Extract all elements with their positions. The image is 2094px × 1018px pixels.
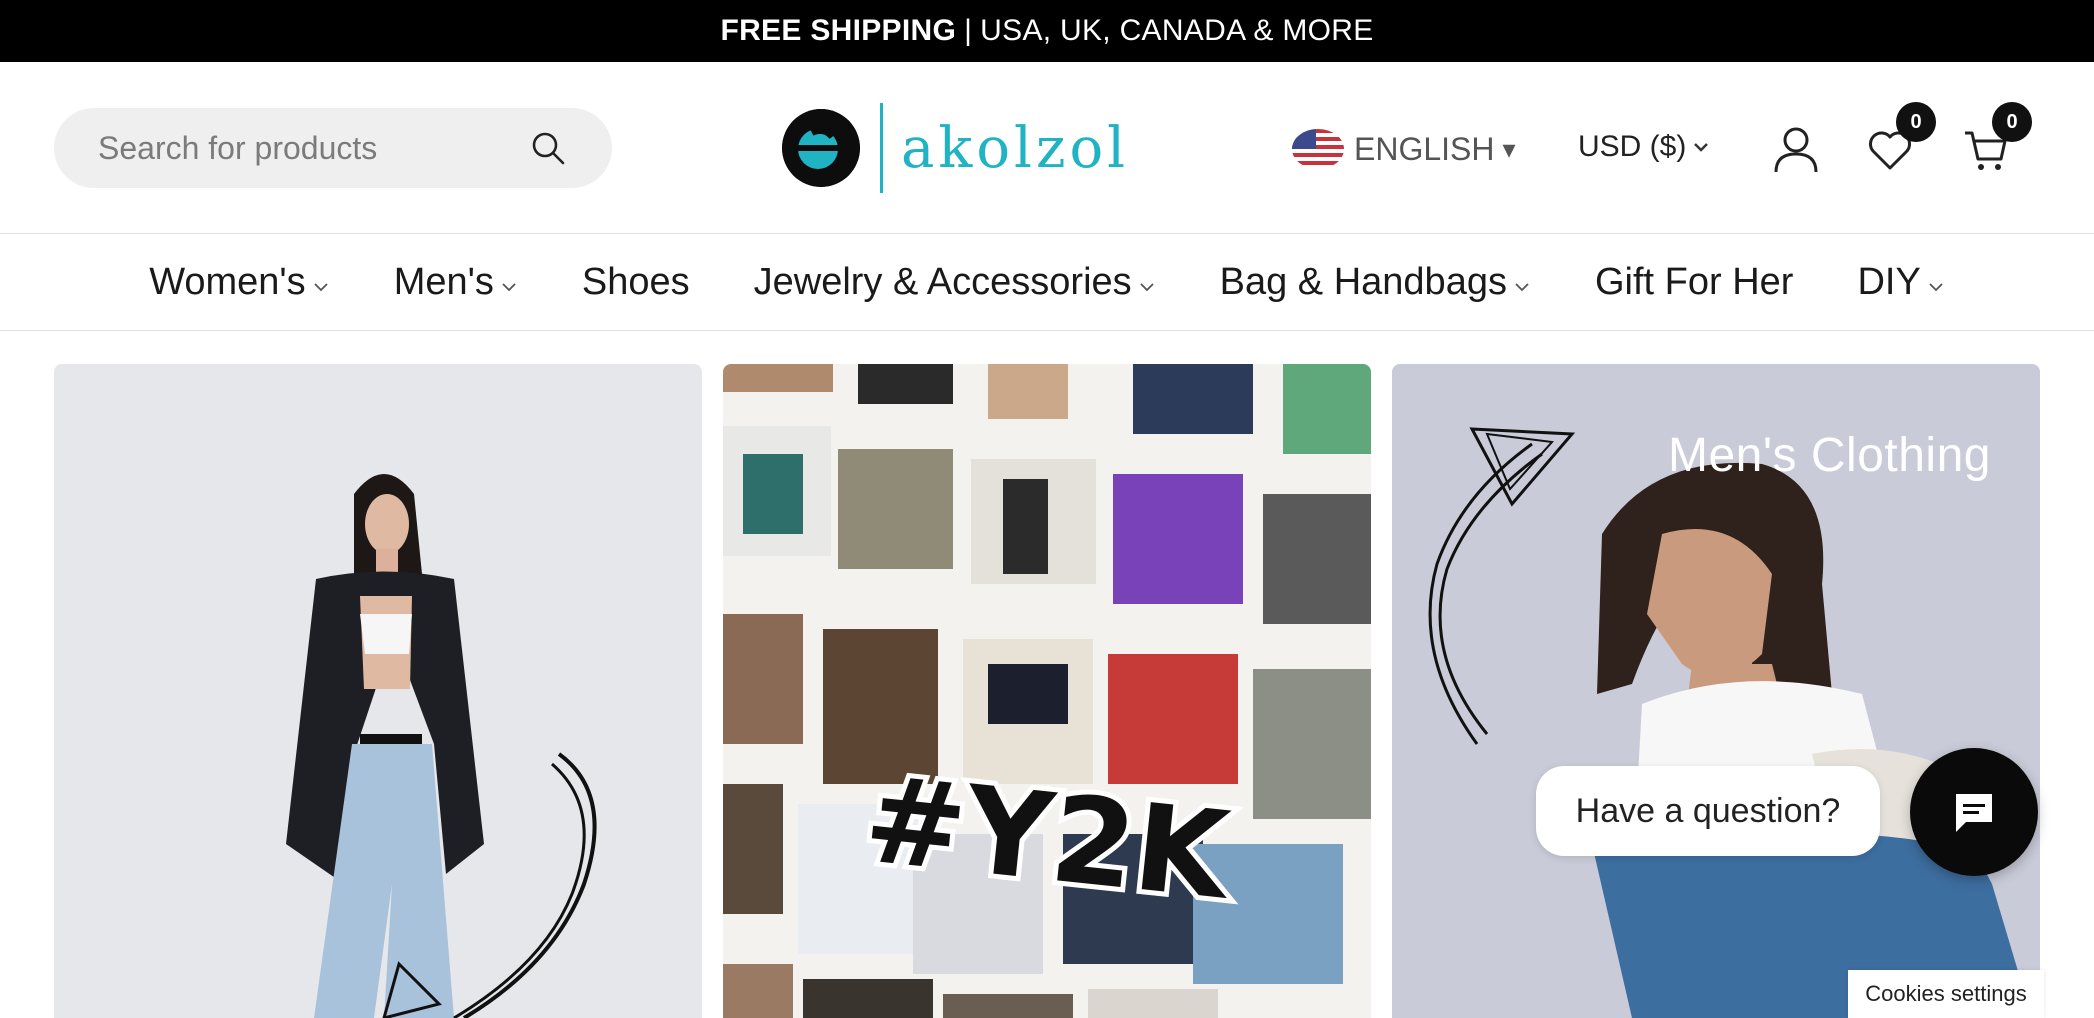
chevron-down-icon xyxy=(314,282,328,291)
nav-item-label: Women's xyxy=(149,261,306,303)
nav-item-shoes[interactable]: Shoes xyxy=(550,261,722,304)
cart-button[interactable]: 0 xyxy=(1960,102,2032,176)
account-icon[interactable] xyxy=(1770,124,1822,176)
woman-model-image xyxy=(286,474,597,1018)
cart-count-badge: 0 xyxy=(1992,102,2032,142)
logo-mark-icon xyxy=(782,109,860,187)
announcement-text: USA, UK, CANADA & MORE xyxy=(980,14,1374,47)
chevron-down-icon xyxy=(1929,282,1943,291)
cookies-settings-label: Cookies settings xyxy=(1865,981,2027,1006)
language-label: ENGLISH xyxy=(1354,130,1495,167)
wishlist-button[interactable]: 0 xyxy=(1864,102,1936,176)
nav-item-label: Gift For Her xyxy=(1594,261,1794,303)
currency-label: USD ($) xyxy=(1578,130,1687,163)
search-bar xyxy=(54,108,612,188)
nav-item-jewelry[interactable]: Jewelry & Accessories xyxy=(722,261,1188,304)
nav-item-diy[interactable]: DIY xyxy=(1825,261,1976,304)
announcement-bar: FREE SHIPPING | USA, UK, CANADA & MORE xyxy=(0,0,2094,62)
chevron-down-icon xyxy=(1694,143,1709,152)
currency-selector[interactable]: USD ($) xyxy=(1578,122,1710,172)
chat-prompt-text: Have a question? xyxy=(1575,791,1841,830)
caret-down-icon: ▾ xyxy=(1502,133,1516,164)
chevron-down-icon xyxy=(1515,282,1529,291)
chat-button[interactable] xyxy=(1910,748,2038,876)
logo-text: akolzol xyxy=(901,115,1130,181)
nav-item-gift[interactable]: Gift For Her xyxy=(1563,261,1825,304)
language-selector[interactable]: ENGLISH ▾ xyxy=(1292,124,1516,174)
nav-item-bags[interactable]: Bag & Handbags xyxy=(1188,261,1563,304)
mens-clothing-label[interactable]: Men's Clothing xyxy=(1668,428,1991,483)
chat-prompt-bubble[interactable]: Have a question? xyxy=(1536,766,1880,856)
search-input[interactable] xyxy=(98,129,528,167)
chat-icon xyxy=(1956,794,1992,832)
nav-item-label: Shoes xyxy=(581,261,690,303)
site-header: akolzol ENGLISH ▾ USD ($) 0 0 xyxy=(0,62,2094,234)
cookies-settings-button[interactable]: Cookies settings xyxy=(1848,970,2044,1018)
womens-hero-tile[interactable] xyxy=(54,364,702,1018)
site-logo[interactable]: akolzol xyxy=(782,102,1129,194)
search-icon[interactable] xyxy=(528,128,568,168)
nav-item-label: Jewelry & Accessories xyxy=(753,261,1132,303)
nav-item-label: Men's xyxy=(393,261,494,303)
chevron-down-icon xyxy=(1140,282,1154,291)
nav-item-label: Bag & Handbags xyxy=(1219,261,1507,303)
nav-item-mens[interactable]: Men's xyxy=(362,261,550,304)
wishlist-count-badge: 0 xyxy=(1896,102,1936,142)
nav-item-womens[interactable]: Women's xyxy=(117,261,362,304)
y2k-product-collage-image: #Y2K xyxy=(723,364,1371,1018)
main-nav: Women's Men's Shoes Jewelry & Accessorie… xyxy=(0,235,2094,331)
nav-item-label: DIY xyxy=(1857,261,1921,303)
chevron-down-icon xyxy=(502,282,516,291)
announcement-separator: | xyxy=(964,14,973,47)
us-flag-icon xyxy=(1292,129,1344,169)
announcement-bold: FREE SHIPPING xyxy=(720,14,957,47)
logo-divider xyxy=(880,103,883,193)
y2k-collage-tile[interactable]: #Y2K xyxy=(723,364,1371,1018)
